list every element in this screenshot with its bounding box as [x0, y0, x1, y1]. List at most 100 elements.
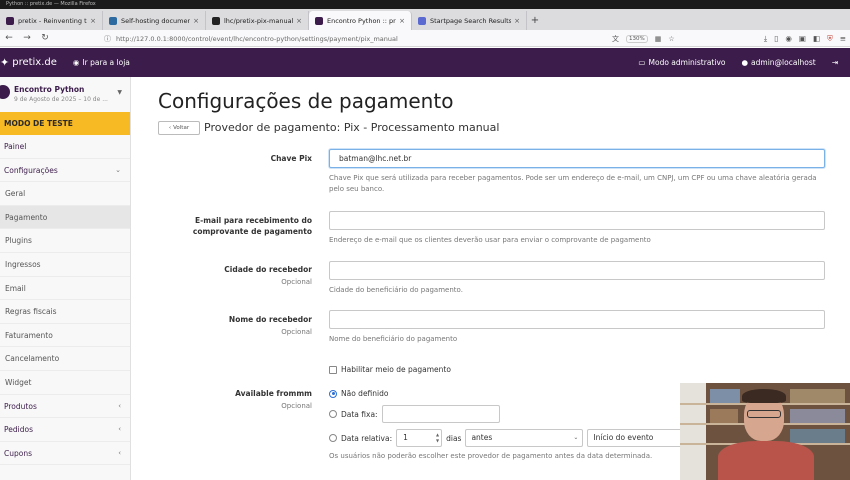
- pix-key-input[interactable]: [329, 149, 825, 168]
- fixed-date-input[interactable]: [381, 405, 500, 423]
- city-label: Cidade do recebedor: [224, 265, 312, 274]
- before-after-select[interactable]: antes ⌄: [465, 429, 584, 447]
- browser-tab[interactable]: Startpage Search Results ×: [412, 11, 527, 30]
- undefined-label: Não definido: [341, 389, 389, 398]
- page-title: Configurações de pagamento: [158, 89, 454, 113]
- store-link-label: Ir para a loja: [82, 58, 130, 67]
- user-menu[interactable]: ● admin@localhost: [741, 58, 815, 67]
- sidebar-item-painel[interactable]: Painel: [0, 135, 130, 159]
- event-selector[interactable]: Encontro Python 9 de Agosto de 2025 – 10…: [0, 77, 130, 112]
- shield-icon[interactable]: ⛨: [827, 34, 833, 44]
- sidebar-item-cupons[interactable]: Cupons ‹: [0, 442, 130, 466]
- zoom-level[interactable]: 130%: [626, 34, 648, 43]
- tab-label: Encontro Python :: pretix: [327, 16, 396, 25]
- bookmark-star-icon[interactable]: ☆: [668, 35, 674, 43]
- chevron-icon: ‹: [118, 401, 121, 410]
- tab-label: pretix - Reinventing ticke: [18, 16, 87, 25]
- test-mode-banner[interactable]: MODO DE TESTE: [0, 112, 130, 135]
- sidebar-item-label: Email: [5, 283, 26, 293]
- close-icon[interactable]: ×: [90, 17, 96, 25]
- window-title: Python :: pretix.de — Mozilla Firefox: [6, 1, 96, 7]
- sidebar-item-geral[interactable]: Geral: [0, 182, 130, 206]
- sidebar-item-pagamento[interactable]: Pagamento: [0, 205, 130, 230]
- email-label-line1: E-mail para recebimento do: [194, 216, 312, 225]
- enable-payment-row[interactable]: Habilitar meio de pagamento: [329, 365, 451, 374]
- back-arrow-icon[interactable]: ←: [0, 33, 18, 43]
- chevron-icon: ‹: [118, 448, 121, 457]
- id-card-icon: ▭: [638, 58, 646, 67]
- extension-icon[interactable]: ◧: [813, 34, 820, 43]
- relative-date-radio[interactable]: [329, 434, 337, 442]
- pix-key-label: Chave Pix: [270, 154, 312, 163]
- library-icon[interactable]: ▯: [774, 34, 778, 43]
- close-icon[interactable]: ×: [514, 17, 520, 25]
- translate-icon[interactable]: 文: [612, 34, 619, 44]
- event-start-select[interactable]: Início do evento: [587, 429, 684, 447]
- relative-days-input[interactable]: 1 ▲ ▼: [396, 429, 443, 447]
- sidebar-item-regras-fiscais[interactable]: Regras fiscais: [0, 300, 130, 324]
- tab-label: Self-hosting documentati: [121, 16, 190, 25]
- extension-icon[interactable]: ▣: [799, 34, 806, 43]
- stepper-arrows-icon[interactable]: ▲ ▼: [436, 432, 439, 444]
- new-tab-plus-icon[interactable]: +: [527, 11, 543, 30]
- enable-payment-checkbox[interactable]: [329, 365, 337, 374]
- browser-tab[interactable]: Self-hosting documentati×: [103, 11, 206, 30]
- close-icon[interactable]: ×: [193, 17, 199, 25]
- close-icon[interactable]: ×: [399, 17, 405, 25]
- sidebar-item-ingressos[interactable]: Ingressos: [0, 253, 130, 277]
- qr-icon[interactable]: ▦: [655, 35, 662, 43]
- available-undefined-row[interactable]: Não definido: [329, 389, 388, 398]
- sidebar-item-plugins[interactable]: Plugins: [0, 229, 130, 253]
- tab-label: lhc/pretix-pix-manual: [224, 16, 294, 25]
- menu-icon[interactable]: ≡: [840, 34, 846, 43]
- sidebar-item-widget[interactable]: Widget: [0, 371, 130, 395]
- page-info-icon[interactable]: ⓘ: [104, 34, 111, 44]
- email-input[interactable]: [329, 211, 825, 230]
- user-icon: ●: [741, 58, 749, 67]
- browser-tab-bar: pretix - Reinventing ticke×Self-hosting …: [0, 9, 850, 30]
- pretix-icon: [6, 16, 14, 25]
- forward-arrow-icon[interactable]: →: [18, 33, 36, 43]
- sidebar-item-produtos[interactable]: Produtos ‹: [0, 395, 130, 419]
- city-input[interactable]: [329, 261, 825, 280]
- browser-tab[interactable]: pretix - Reinventing ticke×: [0, 11, 103, 30]
- account-icon[interactable]: ◉: [785, 34, 792, 43]
- logout-icon[interactable]: ⇥: [832, 58, 838, 67]
- available-fixed-row[interactable]: Data fixa:: [329, 405, 500, 423]
- sidebar-item-cancelamento[interactable]: Cancelamento: [0, 347, 130, 371]
- sidebar-item-pedidos[interactable]: Pedidos ‹: [0, 418, 130, 442]
- sidebar-item-label: Pagamento: [5, 212, 48, 222]
- caret-down-icon: ▼: [117, 89, 122, 96]
- doc-icon: [109, 16, 117, 25]
- brand-logo[interactable]: ✦ pretix.de: [0, 56, 57, 69]
- github-icon: [212, 16, 220, 25]
- reload-icon[interactable]: ↻: [36, 33, 54, 43]
- browser-tab[interactable]: lhc/pretix-pix-manual ×: [206, 11, 309, 30]
- close-icon[interactable]: ×: [296, 17, 302, 25]
- city-optional: Opcional: [281, 278, 312, 286]
- sidebar-item-label: Plugins: [5, 236, 32, 246]
- back-button-label: Voltar: [173, 125, 190, 131]
- glasses-icon: [747, 410, 781, 418]
- email-label-line2: comprovante de pagamento: [192, 226, 312, 236]
- undefined-radio[interactable]: [329, 389, 337, 398]
- url-bar[interactable]: ⓘ http://127.0.0.1:8000/control/event/lh…: [104, 32, 684, 45]
- browser-tab[interactable]: Encontro Python :: pretix×: [309, 11, 412, 30]
- back-button[interactable]: ‹ Voltar: [158, 121, 200, 135]
- chevron-down-icon: ⌄: [573, 434, 579, 441]
- sidebar-item-label: Produtos: [4, 401, 37, 411]
- pretix-logo-icon: ✦: [0, 56, 10, 69]
- download-icon[interactable]: ⤓: [764, 34, 767, 44]
- admin-mode-link[interactable]: ▭ Modo administrativo: [638, 58, 725, 67]
- available-relative-row[interactable]: Data relativa: 1 ▲ ▼ dias antes ⌄ Início …: [329, 429, 684, 447]
- sidebar-item-label: Widget: [5, 377, 32, 387]
- sidebar-item-configuracoes[interactable]: Configurações ⌄: [0, 159, 130, 183]
- url-text[interactable]: http://127.0.0.1:8000/control/event/lhc/…: [116, 35, 398, 43]
- fixed-date-radio[interactable]: [329, 410, 337, 418]
- sidebar-item-faturamento[interactable]: Faturamento: [0, 324, 130, 348]
- admin-mode-label: Modo administrativo: [648, 58, 726, 67]
- sidebar-item-email[interactable]: Email: [0, 277, 130, 301]
- name-input[interactable]: [329, 310, 825, 329]
- name-optional: Opcional: [281, 328, 312, 336]
- go-to-store-link[interactable]: ◉ Ir para a loja: [73, 58, 130, 67]
